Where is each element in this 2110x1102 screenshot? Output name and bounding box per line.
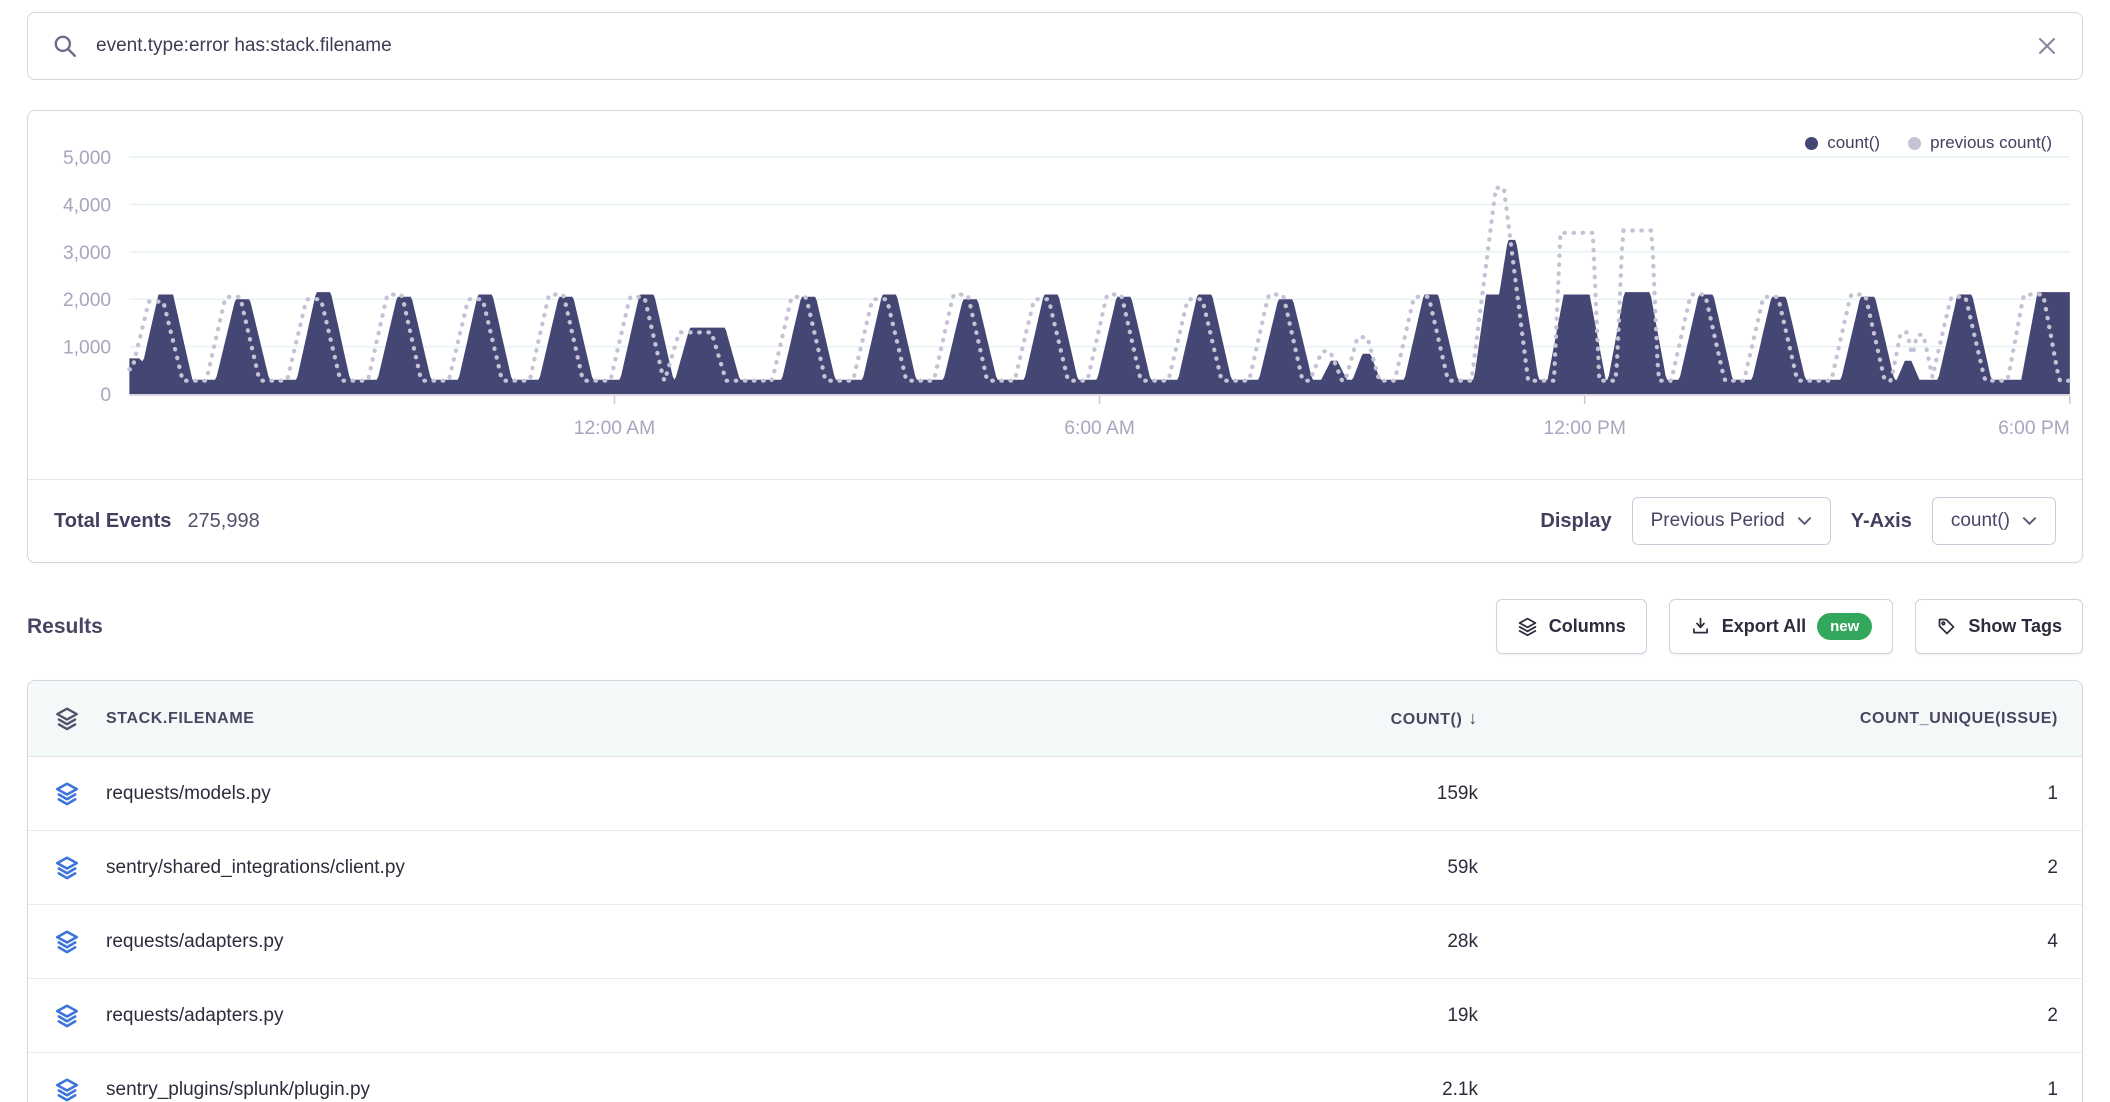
total-events-value: 275,998: [187, 510, 259, 533]
cell-stack-filename[interactable]: sentry_plugins/splunk/plugin.py: [106, 1079, 1162, 1101]
svg-text:6:00 PM: 6:00 PM: [1998, 418, 2070, 439]
export-all-button[interactable]: Export All new: [1669, 599, 1894, 654]
close-icon: [2036, 35, 2058, 57]
column-header-count[interactable]: COUNT()↓: [1162, 708, 1502, 729]
cell-count: 19k: [1162, 1005, 1502, 1027]
svg-text:4,000: 4,000: [63, 196, 111, 217]
tag-icon: [1936, 616, 1957, 637]
chart-footer: Total Events 275,998 Display Previous Pe…: [28, 479, 2082, 562]
stack-layers-icon: [28, 929, 106, 955]
table-row[interactable]: requests/adapters.py 19k 2: [28, 979, 2082, 1053]
columns-button-label: Columns: [1549, 616, 1626, 637]
svg-text:1,000: 1,000: [63, 338, 111, 359]
cell-count-unique: 4: [1502, 931, 2082, 953]
download-icon: [1690, 616, 1711, 637]
discover-page: event.type:error has:stack.filename coun…: [0, 0, 2110, 1102]
table-body: requests/models.py 159k 1 sentry/shared_…: [28, 757, 2082, 1102]
display-label: Display: [1540, 510, 1611, 533]
show-tags-button[interactable]: Show Tags: [1915, 599, 2083, 654]
svg-text:2,000: 2,000: [63, 290, 111, 311]
stack-layers-icon: [28, 706, 106, 732]
export-all-label: Export All: [1722, 616, 1806, 637]
chart-legend[interactable]: count() previous count(): [1805, 133, 2052, 153]
svg-text:0: 0: [100, 385, 111, 406]
cell-stack-filename[interactable]: requests/adapters.py: [106, 931, 1162, 953]
events-chart-panel: count() previous count() 0 1,000 2,000 3,000…: [27, 110, 2083, 563]
cell-count-unique: 2: [1502, 857, 2082, 879]
table-row[interactable]: sentry_plugins/splunk/plugin.py 2.1k 1: [28, 1053, 2082, 1102]
cell-stack-filename[interactable]: sentry/shared_integrations/client.py: [106, 857, 1162, 879]
cell-stack-filename[interactable]: requests/models.py: [106, 783, 1162, 805]
cell-count: 28k: [1162, 931, 1502, 953]
yaxis-value: count(): [1951, 510, 2010, 532]
total-events-label: Total Events: [54, 510, 171, 533]
display-period-value: Previous Period: [1651, 510, 1785, 532]
column-header-stack-filename[interactable]: STACK.FILENAME: [106, 710, 1162, 728]
svg-text:6:00 AM: 6:00 AM: [1064, 418, 1135, 439]
cell-count: 59k: [1162, 857, 1502, 879]
legend-dot: [1805, 137, 1818, 150]
yaxis-label: Y-Axis: [1851, 510, 1912, 533]
table-row[interactable]: requests/adapters.py 28k 4: [28, 905, 2082, 979]
stack-layers-icon: [28, 1077, 106, 1102]
new-badge: new: [1817, 613, 1872, 640]
cell-count-unique: 1: [1502, 783, 2082, 805]
legend-dot: [1908, 137, 1921, 150]
layers-icon: [1517, 616, 1538, 637]
cell-count-unique: 1: [1502, 1079, 2082, 1101]
clear-search-button[interactable]: [2036, 35, 2058, 57]
results-title: Results: [27, 615, 103, 639]
legend-item[interactable]: count(): [1805, 133, 1880, 153]
stack-layers-icon: [28, 781, 106, 807]
stack-layers-icon: [28, 1003, 106, 1029]
search-input[interactable]: event.type:error has:stack.filename: [96, 35, 2018, 57]
columns-button[interactable]: Columns: [1496, 599, 1647, 654]
results-table: STACK.FILENAME COUNT()↓ COUNT_UNIQUE(ISS…: [27, 680, 2083, 1102]
show-tags-label: Show Tags: [1968, 616, 2062, 637]
table-header-row: STACK.FILENAME COUNT()↓ COUNT_UNIQUE(ISS…: [28, 681, 2082, 757]
table-row[interactable]: requests/models.py 159k 1: [28, 757, 2082, 831]
search-bar[interactable]: event.type:error has:stack.filename: [27, 12, 2083, 80]
search-icon: [52, 33, 78, 59]
svg-text:5,000: 5,000: [63, 148, 111, 169]
column-header-count-unique-issue[interactable]: COUNT_UNIQUE(ISSUE): [1502, 710, 2082, 728]
svg-text:3,000: 3,000: [63, 243, 111, 264]
cell-count-unique: 2: [1502, 1005, 2082, 1027]
svg-text:12:00 AM: 12:00 AM: [574, 418, 655, 439]
yaxis-dropdown[interactable]: count(): [1932, 497, 2056, 545]
sort-desc-icon: ↓: [1468, 708, 1478, 728]
stack-layers-icon: [28, 855, 106, 881]
chevron-down-icon: [1797, 516, 1812, 526]
cell-count: 159k: [1162, 783, 1502, 805]
cell-stack-filename[interactable]: requests/adapters.py: [106, 1005, 1162, 1027]
legend-item[interactable]: previous count(): [1908, 133, 2052, 153]
table-row[interactable]: sentry/shared_integrations/client.py 59k…: [28, 831, 2082, 905]
results-header: Results Columns Export All new: [27, 599, 2083, 654]
events-chart[interactable]: 0 1,000 2,000 3,000 4,000 5,000 12:00 AM 6:00 A…: [28, 111, 2082, 479]
cell-count: 2.1k: [1162, 1079, 1502, 1101]
display-period-dropdown[interactable]: Previous Period: [1632, 497, 1831, 545]
svg-text:12:00 PM: 12:00 PM: [1544, 418, 1626, 439]
chevron-down-icon: [2022, 516, 2037, 526]
